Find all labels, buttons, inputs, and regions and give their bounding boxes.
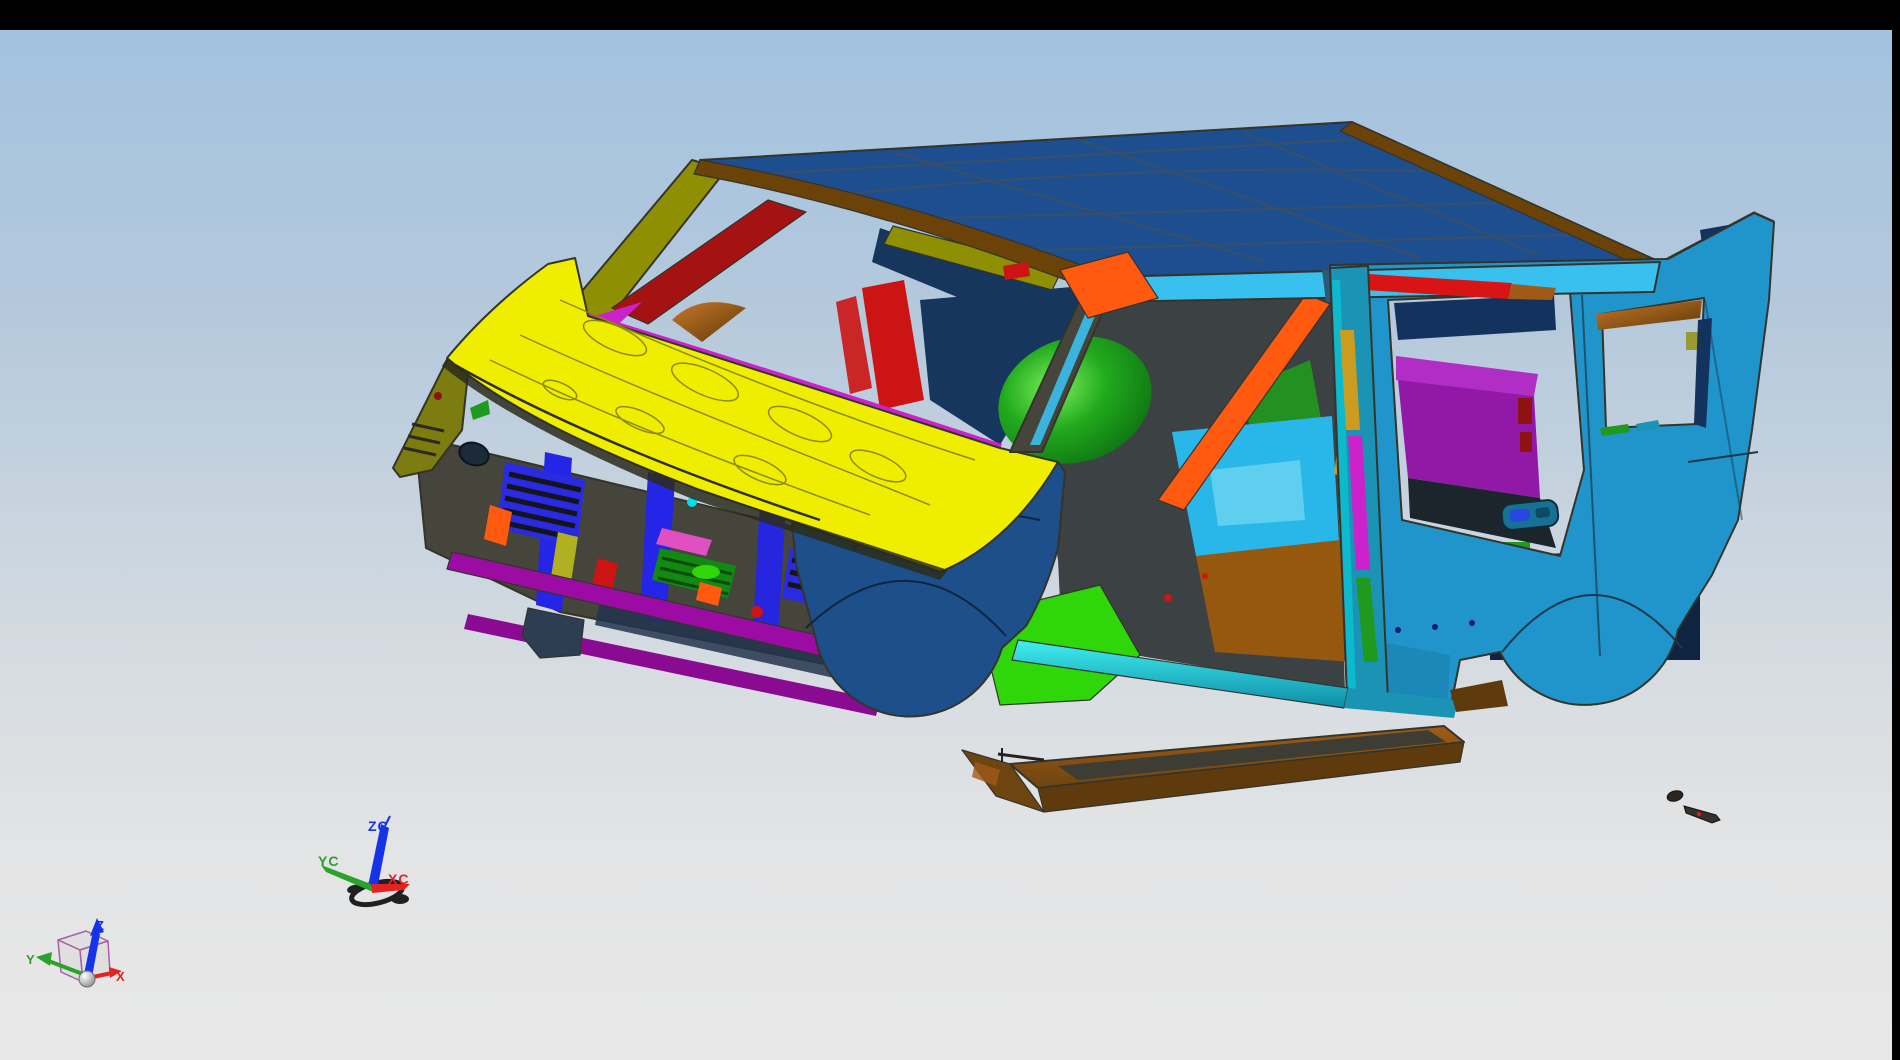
running-board[interactable] [962, 726, 1464, 812]
wcs-triad[interactable]: ZC YC XC [318, 816, 410, 909]
small-part-red-speck [1697, 812, 1701, 816]
door-handle-pocket[interactable] [1501, 499, 1559, 531]
floor-mark-red [1164, 594, 1172, 602]
floor-highlight [1210, 460, 1305, 526]
cad-application-window: ZC YC XC Z Y X [0, 0, 1900, 1060]
wcs-y-axis-arrow[interactable] [321, 865, 373, 892]
trim-maroon-bit [1518, 398, 1532, 424]
datum-y-axis-head [36, 952, 52, 966]
rear-opening-navy [1394, 295, 1556, 340]
wcs-y-label: YC [318, 853, 339, 869]
small-part-blob[interactable] [1666, 789, 1684, 803]
apron-green-tick [470, 400, 490, 420]
datum-csys[interactable]: Z Y X [26, 918, 125, 987]
wcs-z-label: ZC [368, 818, 389, 834]
datum-origin-sphere[interactable] [79, 971, 95, 987]
small-part-sliver[interactable] [1684, 806, 1720, 823]
sensor-rod [998, 754, 1044, 760]
floor-mark-red-2 [1202, 573, 1208, 579]
firewall-brace-red[interactable] [862, 280, 924, 410]
wcs-base-lump-2 [391, 894, 409, 904]
suv-body-model[interactable] [393, 122, 1774, 812]
loose-parts[interactable] [1666, 789, 1720, 823]
cowl-copper-bracket[interactable] [672, 302, 746, 342]
datum-y-label: Y [26, 952, 35, 967]
datum-z-label: Z [96, 918, 104, 933]
small-part-dark-speck [1710, 816, 1714, 820]
rocker-rear-brown [1450, 680, 1508, 712]
wcs-x-label: XC [388, 871, 409, 887]
apron-red-dot [434, 392, 442, 400]
datum-x-label: X [116, 969, 125, 984]
red-dot [751, 606, 763, 618]
floor-tunnel-brown[interactable] [1196, 540, 1352, 662]
trim-maroon-bit-2 [1520, 432, 1532, 452]
scene-overlay: ZC YC XC Z Y X [0, 0, 1900, 1060]
radiator-bright-green [692, 565, 720, 579]
